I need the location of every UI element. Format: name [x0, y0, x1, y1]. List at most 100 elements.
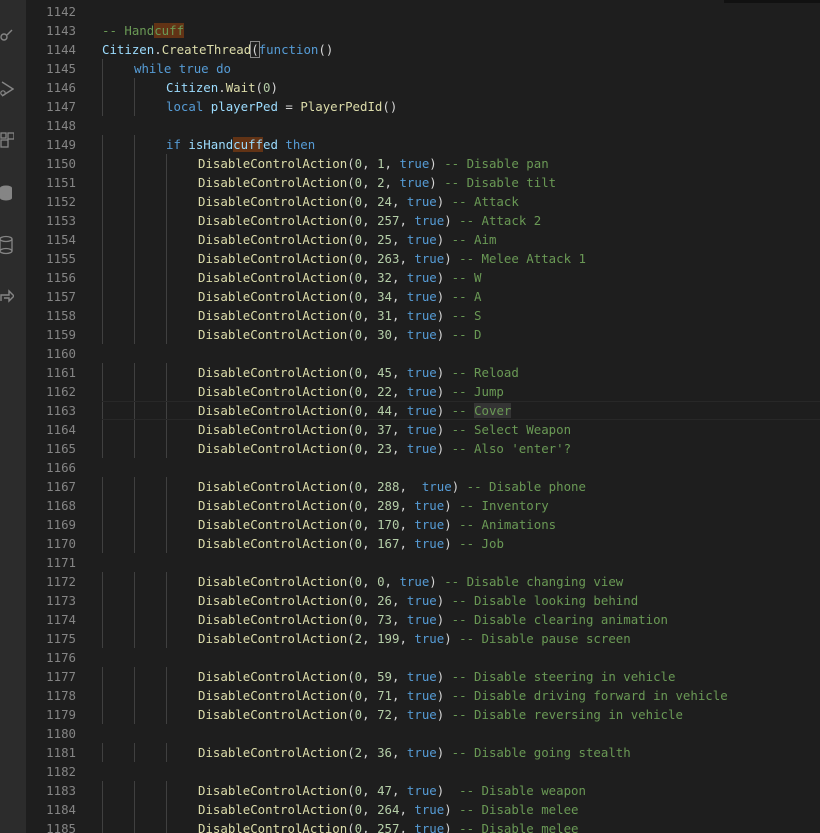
code-token: true [406, 327, 437, 342]
indent-guide [102, 287, 103, 306]
code-line[interactable]: 1154 DisableControlAction(0, 25, true) --… [26, 230, 820, 249]
code-line[interactable]: 1146 Citizen.Wait(0) [26, 78, 820, 97]
code-token: DisableControlAction [198, 498, 348, 513]
code-line[interactable]: 1160 [26, 344, 820, 363]
code-token: ) [436, 308, 452, 323]
indent-guide [102, 382, 103, 401]
indent-guide [134, 192, 135, 211]
database-icon[interactable] [0, 234, 14, 256]
code-line[interactable]: 1145 while true do [26, 59, 820, 78]
indent-guide [134, 154, 135, 173]
indent-guide [134, 439, 135, 458]
code-token: ) [436, 365, 452, 380]
code-token: -- S [451, 308, 482, 323]
code-line[interactable]: 1177 DisableControlAction(0, 59, true) --… [26, 667, 820, 686]
code-token: ( [347, 783, 355, 798]
code-line[interactable]: 1183 DisableControlAction(0, 47, true) --… [26, 781, 820, 800]
code-line[interactable]: 1167 DisableControlAction(0, 288, true) -… [26, 477, 820, 496]
code-line[interactable]: 1142 [26, 2, 820, 21]
code-token: ) [270, 80, 278, 95]
code-line[interactable]: 1159 DisableControlAction(0, 30, true) --… [26, 325, 820, 344]
code-line[interactable]: 1155 DisableControlAction(0, 263, true) -… [26, 249, 820, 268]
code-line[interactable]: 1173 DisableControlAction(0, 26, true) --… [26, 591, 820, 610]
code-token: , [362, 593, 378, 608]
code-line[interactable]: 1166 [26, 458, 820, 477]
code-token: cuff [154, 23, 185, 38]
indent-guide [102, 534, 103, 553]
code-editor[interactable]: 1142 1143 -- Handcuff 1144 Citizen.CreateThr… [26, 0, 820, 833]
code-line[interactable]: 1163 DisableControlAction(0, 44, true) --… [26, 401, 820, 420]
line-number: 1178 [46, 688, 76, 703]
code-line[interactable]: 1165 DisableControlAction(0, 23, true) --… [26, 439, 820, 458]
code-token: , [399, 631, 415, 646]
remote-share-icon[interactable] [0, 284, 14, 306]
code-line[interactable]: 1179 DisableControlAction(0, 72, true) --… [26, 705, 820, 724]
code-line[interactable]: 1175 DisableControlAction(2, 199, true) -… [26, 629, 820, 648]
indent-guide [102, 629, 103, 648]
code-line[interactable]: 1182 [26, 762, 820, 781]
code-line[interactable]: 1176 [26, 648, 820, 667]
code-text: DisableControlAction(0, 289, true) -- In… [198, 496, 549, 515]
code-line[interactable]: 1184 DisableControlAction(0, 264, true) -… [26, 800, 820, 819]
indent-guide [166, 572, 167, 591]
code-line[interactable]: 1147 local playerPed = PlayerPedId() [26, 97, 820, 116]
code-line[interactable]: 1157 DisableControlAction(0, 34, true) --… [26, 287, 820, 306]
code-token: , [391, 593, 407, 608]
code-line[interactable]: 1181 DisableControlAction(2, 36, true) --… [26, 743, 820, 762]
code-line[interactable]: 1151 DisableControlAction(0, 2, true) -- … [26, 173, 820, 192]
indent-guide [102, 97, 103, 116]
code-token: 167 [377, 536, 400, 551]
code-line[interactable]: 1162 DisableControlAction(0, 22, true) --… [26, 382, 820, 401]
line-number: 1168 [46, 498, 76, 513]
code-line[interactable]: 1171 [26, 553, 820, 572]
code-line[interactable]: 1178 DisableControlAction(0, 71, true) --… [26, 686, 820, 705]
code-text: DisableControlAction(0, 167, true) -- Jo… [198, 534, 504, 553]
indent-guide [134, 800, 135, 819]
extensions-icon[interactable] [0, 130, 14, 152]
code-token: DisableControlAction [198, 384, 348, 399]
code-line[interactable]: 1143 -- Handcuff [26, 21, 820, 40]
code-line[interactable]: 1156 DisableControlAction(0, 32, true) --… [26, 268, 820, 287]
code-token: 31 [377, 308, 392, 323]
indent-guide [166, 534, 167, 553]
code-line[interactable]: 1161 DisableControlAction(0, 45, true) --… [26, 363, 820, 382]
source-control-icon[interactable] [0, 24, 14, 46]
indent-guide [134, 629, 135, 648]
code-token: true [406, 270, 437, 285]
code-line[interactable]: 1148 [26, 116, 820, 135]
code-token: 263 [377, 251, 400, 266]
code-token: ) [444, 802, 460, 817]
code-line[interactable]: 1172 DisableControlAction(0, 0, true) -- … [26, 572, 820, 591]
code-line[interactable]: 1150 DisableControlAction(0, 1, true) -- … [26, 154, 820, 173]
code-line[interactable]: 1153 DisableControlAction(0, 257, true) -… [26, 211, 820, 230]
line-number: 1166 [46, 460, 76, 475]
indent-guide [102, 230, 103, 249]
code-token: DisableControlAction [198, 194, 348, 209]
code-token: true [406, 384, 437, 399]
database-icon[interactable] [0, 182, 14, 204]
code-token: true [399, 156, 430, 171]
code-token: DisableControlAction [198, 631, 348, 646]
code-token: true [406, 745, 437, 760]
code-line[interactable]: 1174 DisableControlAction(0, 73, true) --… [26, 610, 820, 629]
code-line[interactable]: 1152 DisableControlAction(0, 24, true) --… [26, 192, 820, 211]
code-token: true [406, 232, 437, 247]
run-debug-icon[interactable] [0, 78, 14, 100]
code-line[interactable]: 1185 DisableControlAction(0, 257, true) -… [26, 819, 820, 833]
code-text: DisableControlAction(0, 31, true) -- S [198, 306, 482, 325]
indent-guide [102, 819, 103, 833]
code-token: -- Disable changing view [444, 574, 624, 589]
code-line[interactable]: 1164 DisableControlAction(0, 37, true) --… [26, 420, 820, 439]
code-line[interactable]: 1149 if isHandcuffed then [26, 135, 820, 154]
indent-guide [134, 230, 135, 249]
code-line[interactable]: 1168 DisableControlAction(0, 289, true) -… [26, 496, 820, 515]
code-line[interactable]: 1144 Citizen.CreateThread(function() [26, 40, 820, 59]
indent-guide [102, 686, 103, 705]
code-line[interactable]: 1158 DisableControlAction(0, 31, true) --… [26, 306, 820, 325]
code-line[interactable]: 1180 [26, 724, 820, 743]
code-token: , [362, 783, 378, 798]
code-token: 34 [377, 289, 392, 304]
code-line[interactable]: 1169 DisableControlAction(0, 170, true) -… [26, 515, 820, 534]
code-line[interactable]: 1170 DisableControlAction(0, 167, true) -… [26, 534, 820, 553]
